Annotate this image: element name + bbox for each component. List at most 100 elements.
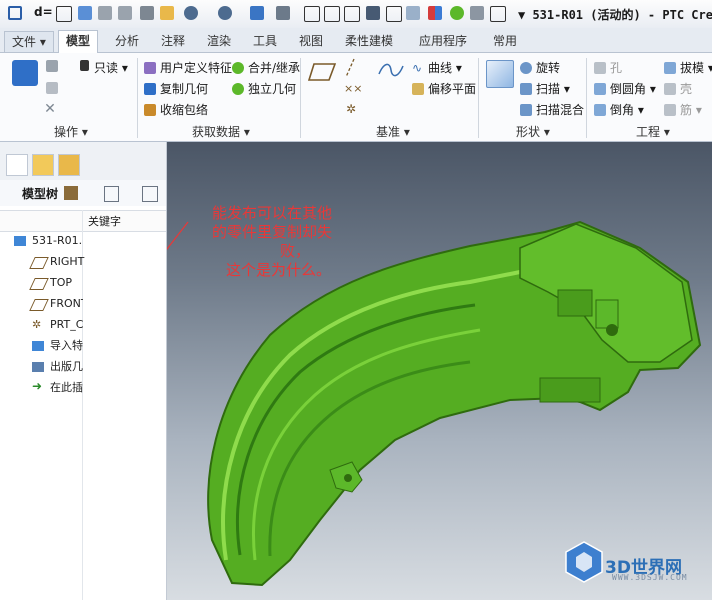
tab-annotate[interactable]: 注释: [154, 31, 192, 51]
datum-group-label[interactable]: 基准 ▾: [376, 123, 410, 140]
extrude-icon[interactable]: [486, 60, 514, 88]
tag-icon[interactable]: [140, 6, 154, 20]
offset-plane-button[interactable]: 偏移平面: [428, 80, 476, 97]
group-divider: [137, 58, 138, 138]
readonly-button[interactable]: 只读 ▾: [94, 59, 128, 76]
curve-button[interactable]: 曲线 ▾: [428, 59, 462, 76]
undo-icon[interactable]: [184, 6, 198, 20]
shrinkwrap-button[interactable]: 收缩包络: [160, 101, 208, 118]
offset-plane-icon: [412, 83, 424, 95]
tab-model[interactable]: 模型: [58, 30, 99, 53]
copy-geometry-button[interactable]: 复制几何: [160, 80, 208, 97]
copy-icon[interactable]: [46, 60, 58, 72]
revolve-button[interactable]: 旋转: [536, 59, 560, 76]
tree-item-part[interactable]: 531-R01.P: [32, 232, 82, 250]
group-divider: [478, 58, 479, 138]
keyword-column-header[interactable]: 关键字: [88, 213, 121, 229]
appearance-icon[interactable]: [428, 6, 442, 20]
windows-icon[interactable]: [276, 6, 290, 20]
folder-browser-tab[interactable]: [32, 154, 54, 176]
delete-icon[interactable]: ✕: [44, 102, 56, 116]
tree-item-top[interactable]: TOP: [50, 274, 106, 292]
tab-file[interactable]: 文件 ▾: [4, 31, 54, 53]
favorites-tab[interactable]: [58, 154, 80, 176]
tree-item-insert-here[interactable]: 在此插: [50, 379, 83, 397]
open-icon[interactable]: [160, 6, 174, 20]
group-divider: [300, 58, 301, 138]
regenerate-icon[interactable]: [250, 6, 264, 20]
udf-icon: [144, 62, 156, 74]
text-icon[interactable]: [386, 6, 402, 22]
new-icon[interactable]: [78, 6, 92, 20]
filter-icon[interactable]: [142, 186, 158, 202]
model-tree-label[interactable]: 模型树: [22, 185, 58, 202]
copy-geometry-icon: [144, 83, 156, 95]
tab-analysis[interactable]: 分析: [108, 31, 146, 51]
swept-blend-button[interactable]: 扫描混合: [536, 101, 584, 118]
ribbon-tab-bar: 文件 ▾ 模型 分析 注释 渲染 工具 视图 柔性建模 应用程序 常用: [0, 28, 712, 53]
shell-icon: [664, 83, 676, 95]
watermark-url: WWW.3DSJW.COM: [612, 573, 688, 582]
operations-group-label[interactable]: 操作 ▾: [54, 123, 88, 140]
tab-flexible-modeling[interactable]: 柔性建模: [338, 31, 400, 51]
window-title: ▼ 531-R01 (活动的) - PTC Cre: [518, 8, 712, 22]
shell-button[interactable]: 壳: [680, 80, 692, 97]
coordinate-system-icon: ✲: [32, 318, 42, 331]
datum-axis-icon[interactable]: [344, 58, 356, 78]
tab-tools[interactable]: 工具: [246, 31, 284, 51]
independent-geometry-icon: [232, 83, 244, 95]
tree-item-prt-cs[interactable]: PRT_CS: [50, 316, 83, 334]
show-menu-icon[interactable]: [104, 186, 119, 202]
datum-plane-icon[interactable]: [308, 62, 336, 82]
regenerate-icon[interactable]: [12, 60, 38, 86]
sketch-icon[interactable]: [378, 62, 404, 78]
tab-view[interactable]: 视图: [292, 31, 330, 51]
tab-render[interactable]: 渲染: [200, 31, 238, 51]
part-icon: [14, 236, 26, 246]
datum-display-toggle[interactable]: d=: [34, 5, 53, 19]
settings-icon[interactable]: [470, 6, 484, 20]
independent-geometry-button[interactable]: 独立几何: [248, 80, 296, 97]
coordinate-system-icon[interactable]: ✲: [346, 102, 356, 116]
tree-item-front[interactable]: FRONT: [50, 295, 83, 313]
chamfer-button[interactable]: 倒角 ▾: [610, 101, 644, 118]
paste-icon[interactable]: [46, 82, 58, 94]
tree-settings-icon[interactable]: [64, 186, 78, 200]
curve-icon: ∿: [412, 61, 423, 75]
getdata-group-label[interactable]: 获取数据 ▾: [192, 123, 250, 140]
engineering-group-label[interactable]: 工程 ▾: [636, 123, 670, 140]
datum-point-icon[interactable]: ××: [344, 82, 362, 95]
model-tree-tab[interactable]: [6, 154, 28, 176]
sweep-icon: [520, 83, 532, 95]
tree-item-import[interactable]: 导入特: [50, 337, 83, 355]
hole-button[interactable]: 孔: [610, 59, 622, 76]
publish-geometry-icon: [32, 362, 44, 372]
draft-button[interactable]: 拔模 ▾: [680, 59, 712, 76]
tree-item-right[interactable]: RIGHT: [50, 253, 106, 271]
shapes-group-label[interactable]: 形状 ▾: [516, 123, 550, 140]
window-icon[interactable]: [8, 6, 22, 20]
print-icon[interactable]: [98, 6, 112, 20]
chamfer-icon: [594, 104, 606, 116]
zoom-icon[interactable]: [324, 6, 340, 22]
brackets-icon[interactable]: [56, 6, 72, 22]
merge-inheritance-button[interactable]: 合并/继承: [248, 59, 300, 76]
print-preview-icon[interactable]: [118, 6, 132, 20]
tree-item-publish-geom[interactable]: 出版几: [50, 358, 83, 376]
image-icon[interactable]: [406, 6, 420, 20]
lock-icon: [80, 60, 89, 71]
udf-button[interactable]: 用户定义特征: [160, 59, 232, 76]
window-switch-icon[interactable]: [490, 6, 506, 22]
redo-icon[interactable]: [218, 6, 232, 20]
tab-common[interactable]: 常用: [486, 31, 524, 51]
repaint-icon[interactable]: [344, 6, 360, 22]
save-icon[interactable]: [366, 6, 380, 20]
close-window-icon[interactable]: [304, 6, 320, 22]
shrinkwrap-icon: [144, 104, 156, 116]
tab-applications[interactable]: 应用程序: [412, 31, 474, 51]
rib-button[interactable]: 筋 ▾: [680, 101, 702, 118]
scene-icon[interactable]: [450, 6, 464, 20]
swept-blend-icon: [520, 104, 532, 116]
sweep-button[interactable]: 扫描 ▾: [536, 80, 570, 97]
round-button[interactable]: 倒圆角 ▾: [610, 80, 656, 97]
